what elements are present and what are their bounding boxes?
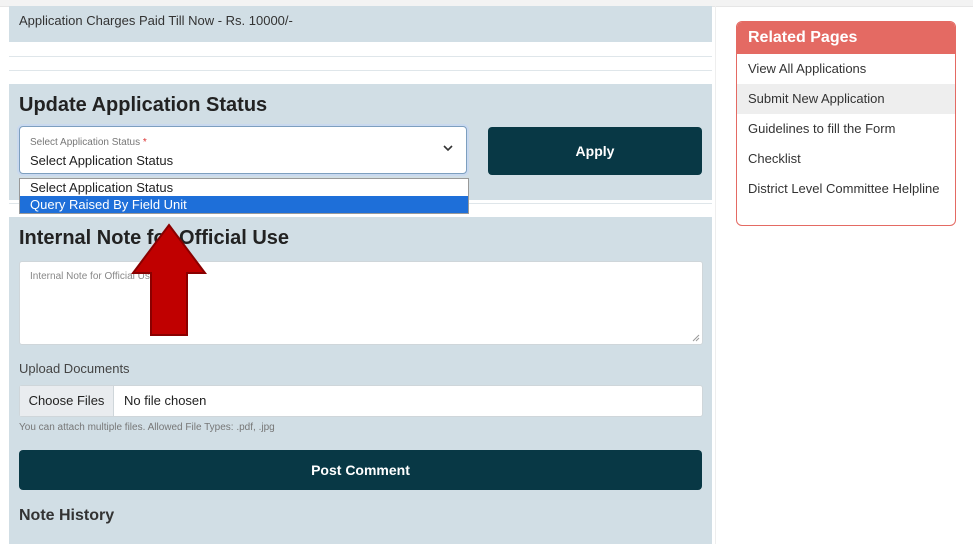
post-comment-button[interactable]: Post Comment — [19, 450, 702, 490]
file-status-text: No file chosen — [124, 393, 207, 408]
arrow-up-icon — [131, 223, 207, 336]
file-help-text: You can attach multiple files. Allowed F… — [19, 422, 275, 433]
chevron-down-icon — [443, 145, 453, 152]
internal-note-panel: Internal Note for Official Use Internal … — [9, 217, 712, 544]
related-link-checklist[interactable]: Checklist — [737, 144, 955, 174]
dropdown-option-highlighted[interactable]: Query Raised By Field Unit — [20, 196, 468, 213]
charges-info: Application Charges Paid Till Now - Rs. … — [9, 6, 712, 42]
internal-note-textarea[interactable]: Internal Note for Official Use — [19, 261, 703, 345]
status-select-value: Select Application Status — [30, 153, 174, 168]
status-dropdown-list[interactable]: Select Application Status Query Raised B… — [19, 178, 469, 214]
required-mark: * — [142, 137, 147, 148]
resize-grip-icon[interactable] — [692, 334, 700, 342]
choose-files-button[interactable]: Choose Files — [20, 386, 114, 416]
status-select-label: Select Application Status * — [30, 137, 147, 148]
charges-text: Application Charges Paid Till Now - Rs. … — [19, 13, 293, 28]
upload-documents-label: Upload Documents — [19, 361, 130, 376]
apply-button[interactable]: Apply — [488, 127, 702, 175]
related-link-helpline[interactable]: District Level Committee Helpline — [737, 174, 955, 204]
related-pages-title: Related Pages — [737, 22, 955, 54]
file-upload-input[interactable]: Choose Files No file chosen — [19, 385, 703, 417]
column-divider — [715, 6, 716, 544]
main-content: Application Charges Paid Till Now - Rs. … — [9, 6, 712, 544]
divider — [9, 70, 712, 71]
related-link-submit-application[interactable]: Submit New Application — [737, 84, 955, 114]
related-link-view-applications[interactable]: View All Applications — [737, 54, 955, 84]
divider — [9, 56, 712, 57]
related-pages-panel: Related Pages View All Applications Subm… — [736, 21, 956, 226]
status-select[interactable]: Select Application Status * Select Appli… — [19, 126, 467, 174]
related-link-guidelines[interactable]: Guidelines to fill the Form — [737, 114, 955, 144]
update-status-title: Update Application Status — [19, 94, 268, 116]
note-history-title: Note History — [19, 507, 115, 524]
dropdown-option[interactable]: Select Application Status — [20, 179, 468, 196]
